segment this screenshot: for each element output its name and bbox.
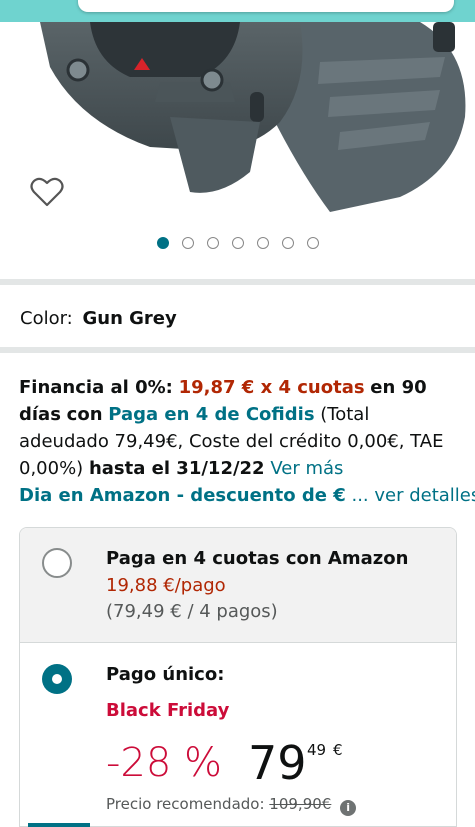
search-input[interactable]	[78, 0, 454, 12]
carousel-dot[interactable]	[281, 237, 294, 249]
financing-provider-link[interactable]: Paga en 4 de Cofidis	[108, 404, 314, 425]
color-value: Gun Grey	[82, 308, 177, 329]
installments-title: Paga en 4 cuotas con Amazon	[106, 548, 409, 569]
section-divider	[0, 279, 475, 285]
single-payment-radio[interactable]	[42, 664, 72, 694]
purchase-options: Paga en 4 cuotas con Amazon 19,88 €/pago…	[19, 527, 457, 827]
installments-total: (79,49 € / 4 pagos)	[106, 601, 278, 622]
deal-details-link[interactable]: ... ver detalles	[351, 485, 475, 506]
discount-percent: -28 %	[106, 740, 223, 786]
carousel-dot[interactable]	[306, 237, 319, 249]
carousel-dot[interactable]	[231, 237, 244, 249]
recommended-label: Precio recomendado:	[106, 795, 265, 813]
installments-radio[interactable]	[42, 548, 72, 578]
price-fraction: 49	[307, 741, 327, 759]
product-image[interactable]	[0, 22, 475, 222]
financing-more-link[interactable]: Ver más	[270, 458, 343, 479]
price-whole: 79	[248, 736, 307, 790]
financing-info: Financia al 0%: 19,87 € x 4 cuotas en 90…	[19, 374, 464, 482]
financing-until: hasta el 31/12/22	[88, 458, 265, 479]
single-payment-title: Pago único:	[106, 664, 225, 685]
carousel-dot[interactable]	[181, 237, 194, 249]
bottom-accent	[28, 823, 90, 827]
financing-lead: Financia al 0%:	[19, 377, 173, 398]
header-bar	[0, 0, 475, 22]
financing-con: con	[66, 404, 103, 425]
recommended-value: 109,90€	[269, 795, 332, 813]
carousel-dot[interactable]	[256, 237, 269, 249]
color-label: Color:	[20, 308, 73, 329]
carousel-dot[interactable]	[156, 237, 169, 249]
info-icon[interactable]: i	[340, 800, 357, 816]
watch-image	[40, 22, 466, 212]
image-carousel-indicators[interactable]	[0, 237, 475, 249]
deal-text[interactable]: Dia en Amazon - descuento de €	[19, 485, 346, 506]
black-friday-badge: Black Friday	[106, 700, 230, 721]
financing-amount: 19,87 € x 4 cuotas	[178, 377, 365, 398]
price-currency: €	[333, 741, 343, 759]
deal-line: Dia en Amazon - descuento de € ... ver d…	[19, 484, 475, 508]
carousel-dot[interactable]	[206, 237, 219, 249]
color-selector: Color: Gun Grey	[20, 308, 177, 329]
section-divider	[0, 347, 475, 353]
wishlist-heart-icon[interactable]	[30, 176, 64, 208]
installments-price: 19,88 €/pago	[106, 575, 226, 596]
recommended-price: Precio recomendado: 109,90€ i	[106, 795, 357, 816]
installments-option[interactable]: Paga en 4 cuotas con Amazon 19,88 €/pago…	[20, 528, 456, 643]
